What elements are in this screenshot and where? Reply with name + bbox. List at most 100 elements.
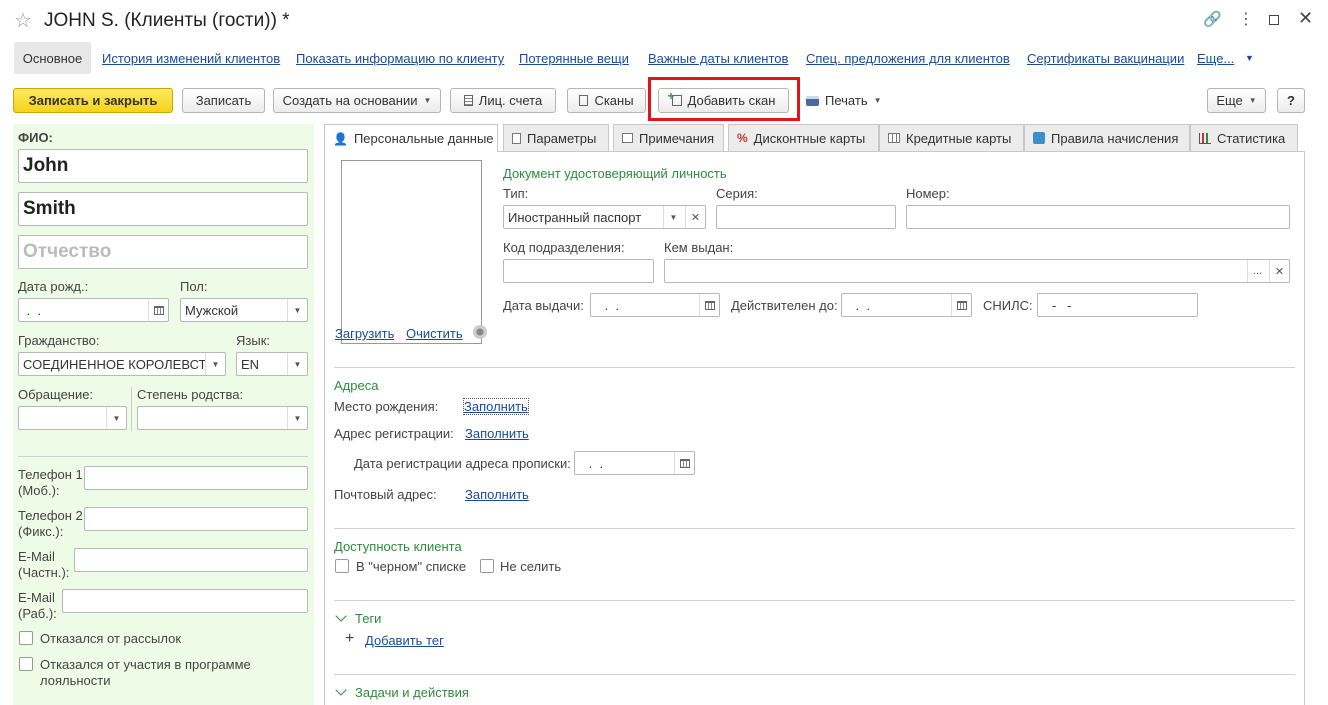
tab-accrual-rules[interactable]: Правила начисления (1024, 124, 1190, 151)
tab-statistics[interactable]: Статистика (1190, 124, 1298, 151)
tab-discount-cards[interactable]: % Дисконтные карты (728, 124, 879, 151)
tasks-title[interactable]: Задачи и действия (355, 685, 469, 700)
calendar-icon[interactable] (674, 452, 694, 474)
create-based-on-button[interactable]: Создать на основании ▼ (273, 88, 441, 113)
email1-label-line1: E-Mail (18, 549, 55, 564)
nav-link-client-info[interactable]: Показать информацию по клиенту (296, 51, 504, 66)
doc-number-label: Номер: (906, 186, 950, 201)
personal-accounts-label: Лиц. счета (478, 93, 543, 108)
tab-discount-cards-label: Дисконтные карты (753, 130, 866, 146)
plus-icon[interactable]: + (345, 630, 354, 648)
nav-link-history[interactable]: История изменений клиентов (102, 51, 280, 66)
birthplace-fill-link[interactable]: Заполнить (463, 398, 529, 415)
add-scan-button[interactable]: + Добавить скан (658, 88, 789, 113)
addresses-title: Адреса (334, 378, 379, 393)
tab-personal-data-label: Персональные данные (353, 131, 494, 146)
dept-code-field[interactable] (503, 259, 654, 283)
refused-loyalty-checkbox[interactable] (19, 657, 33, 671)
help-button[interactable]: ? (1277, 88, 1305, 113)
chevron-down-icon[interactable]: ▼ (106, 407, 126, 429)
language-select[interactable]: EN ▼ (236, 352, 308, 376)
blacklist-checkbox[interactable] (335, 559, 349, 573)
refused-loyalty-label: Отказался от участия в программе лояльно… (40, 657, 251, 689)
doc-series-field[interactable] (716, 205, 896, 229)
refused-loyalty-line2: лояльности (40, 673, 111, 688)
clear-photo-link[interactable]: Очистить (406, 326, 463, 341)
patronymic-field[interactable]: Отчество (18, 235, 308, 269)
chevron-down-icon[interactable]: ▼ (205, 353, 225, 375)
calendar-icon[interactable] (699, 294, 719, 316)
chevron-down-icon[interactable]: ▼ (287, 353, 307, 375)
scans-label: Сканы (594, 93, 634, 108)
webcam-icon[interactable] (473, 325, 487, 339)
kinship-select[interactable]: ▼ (137, 406, 308, 430)
doc-number-field[interactable] (906, 205, 1290, 229)
issue-date-field[interactable]: . . (590, 293, 720, 317)
postal-fill-link[interactable]: Заполнить (465, 487, 529, 502)
upload-photo-link[interactable]: Загрузить (335, 326, 394, 341)
tab-credit-cards-label: Кредитные карты (906, 130, 1012, 146)
nav-link-more[interactable]: Еще... (1197, 51, 1234, 66)
salutation-label: Обращение: (18, 387, 94, 402)
tab-accrual-rules-label: Правила начисления (1051, 130, 1179, 146)
email1-field[interactable] (74, 548, 308, 572)
chevron-down-icon[interactable]: ▼ (287, 407, 307, 429)
nav-more-caret-icon[interactable]: ▼ (1245, 53, 1254, 63)
doc-series-label: Серия: (716, 186, 758, 201)
clear-icon[interactable]: ✕ (685, 206, 705, 228)
save-and-close-button[interactable]: Записать и закрыть (13, 88, 173, 113)
print-button[interactable]: Печать ▼ (800, 88, 890, 113)
add-tag-link[interactable]: Добавить тег (365, 633, 444, 648)
gender-value: Мужской (185, 302, 239, 318)
close-icon[interactable]: ✕ (1298, 8, 1313, 29)
last-name-field[interactable]: Smith (18, 192, 308, 226)
more-vertical-icon[interactable]: ⋮ (1238, 9, 1254, 29)
phone1-field[interactable] (84, 466, 308, 490)
first-name-field[interactable]: John (18, 149, 308, 183)
ellipsis-icon[interactable]: ... (1247, 260, 1267, 282)
reg-date-field[interactable]: . . (574, 451, 695, 475)
nav-tab-main-label: Основное (22, 50, 83, 66)
phone2-field[interactable] (84, 507, 308, 531)
chevron-down-icon[interactable]: ▼ (663, 206, 683, 228)
nav-link-special-offers[interactable]: Спец. предложения для клиентов (806, 51, 1010, 66)
more-button[interactable]: Еще ▼ (1207, 88, 1266, 113)
birth-date-field[interactable]: . . (18, 298, 169, 322)
personal-accounts-button[interactable]: Лиц. счета (450, 88, 556, 113)
calendar-icon[interactable] (148, 299, 168, 321)
favorite-star-icon[interactable]: ☆ (14, 9, 32, 33)
chevron-down-icon[interactable]: ▼ (287, 299, 307, 321)
salutation-select[interactable]: ▼ (18, 406, 127, 430)
more-label: Еще (1216, 93, 1243, 108)
tab-notes[interactable]: Примечания (613, 124, 724, 151)
divider (334, 367, 1295, 368)
calendar-icon[interactable] (951, 294, 971, 316)
nav-link-lost-items[interactable]: Потерянные вещи (519, 51, 629, 66)
nav-link-important-dates[interactable]: Важные даты клиентов (648, 51, 788, 66)
registration-fill-link[interactable]: Заполнить (465, 426, 529, 441)
save-button[interactable]: Записать (182, 88, 265, 113)
valid-until-field[interactable]: . . (841, 293, 972, 317)
maximize-icon[interactable] (1269, 15, 1279, 25)
tags-title[interactable]: Теги (355, 611, 381, 626)
nav-link-vaccination[interactable]: Сертификаты вакцинации (1027, 51, 1184, 66)
tab-credit-cards[interactable]: Кредитные карты (879, 124, 1024, 151)
gender-select[interactable]: Мужской ▼ (180, 298, 308, 322)
vertical-divider (131, 387, 132, 431)
scans-button[interactable]: Сканы (567, 88, 646, 113)
clear-icon[interactable]: ✕ (1269, 260, 1289, 282)
tab-personal-data[interactable]: 👤 Персональные данные (324, 124, 498, 152)
no-checkin-checkbox[interactable] (480, 559, 494, 573)
issued-by-field[interactable]: ... ✕ (664, 259, 1290, 283)
citizenship-select[interactable]: СОЕДИНЕННОЕ КОРОЛЕВСТ ▼ (18, 352, 226, 376)
fio-label: ФИО: (18, 130, 53, 145)
snils-field[interactable]: - - (1037, 293, 1198, 317)
tab-parameters[interactable]: Параметры (503, 124, 609, 151)
link-icon[interactable]: 🔗 (1203, 10, 1222, 28)
language-value: EN (241, 356, 260, 372)
refused-mailing-checkbox[interactable] (19, 631, 33, 645)
email2-field[interactable] (62, 589, 308, 613)
phone1-label-line1: Телефон 1 (18, 467, 83, 482)
nav-tab-main[interactable]: Основное (14, 42, 91, 74)
doc-type-select[interactable]: Иностранный паспорт ▼ ✕ (503, 205, 706, 229)
